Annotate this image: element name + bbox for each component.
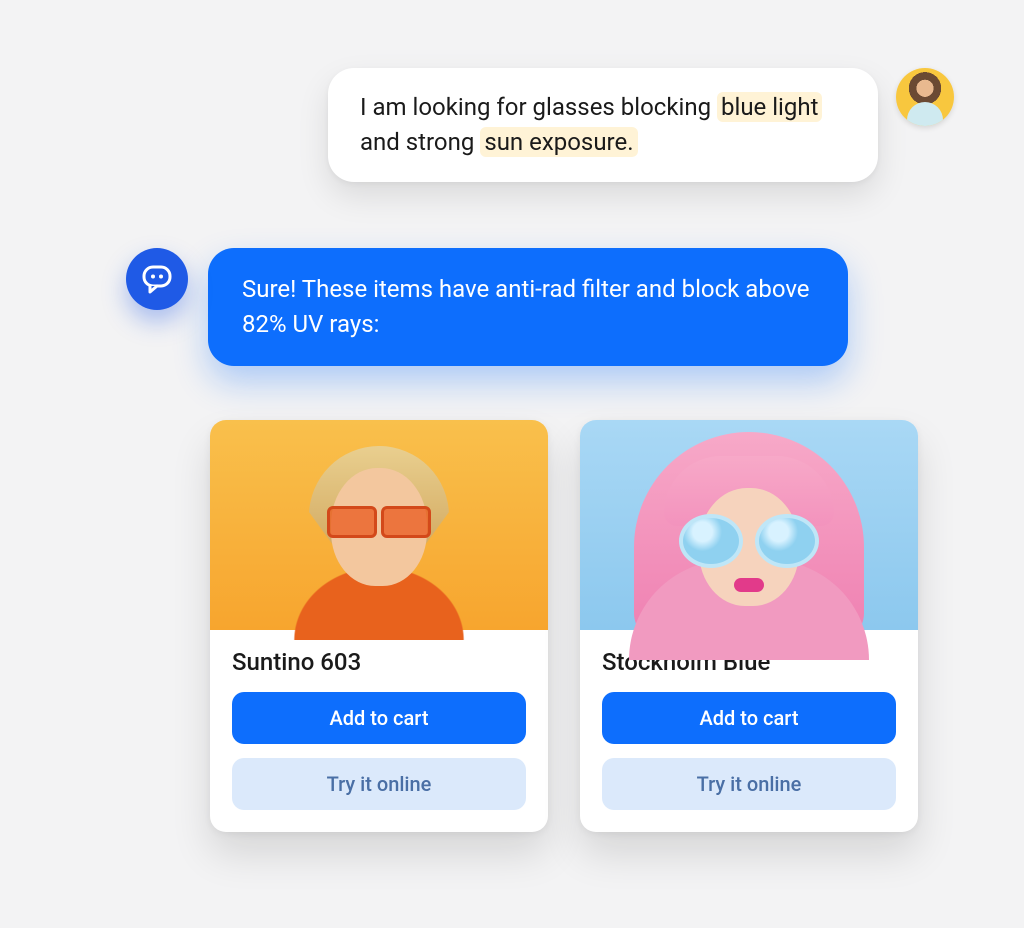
chatbot-icon (126, 248, 188, 310)
add-to-cart-button[interactable]: Add to cart (232, 692, 526, 744)
highlight-blue-light: blue light (717, 92, 822, 122)
highlight-sun-exposure: sun exposure. (480, 127, 637, 157)
product-title: Suntino 603 (232, 648, 526, 676)
add-to-cart-button[interactable]: Add to cart (602, 692, 896, 744)
user-msg-part: and strong (360, 128, 480, 156)
product-body: Stockholm Blue Add to cart Try it online (580, 630, 918, 832)
product-body: Suntino 603 Add to cart Try it online (210, 630, 548, 832)
user-message-bubble: I am looking for glasses blocking blue l… (328, 68, 878, 182)
user-avatar (896, 68, 954, 126)
try-online-button[interactable]: Try it online (232, 758, 526, 810)
user-message-row: I am looking for glasses blocking blue l… (328, 68, 954, 182)
product-image (580, 420, 918, 630)
bot-message-text: Sure! These items have anti-rad filter a… (242, 275, 810, 338)
bot-message-bubble: Sure! These items have anti-rad filter a… (208, 248, 848, 366)
product-card: Stockholm Blue Add to cart Try it online (580, 420, 918, 832)
user-message-text: I am looking for glasses blocking blue l… (360, 92, 822, 157)
bot-message-row: Sure! These items have anti-rad filter a… (126, 248, 848, 366)
product-card: Suntino 603 Add to cart Try it online (210, 420, 548, 832)
try-online-button[interactable]: Try it online (602, 758, 896, 810)
product-image (210, 420, 548, 630)
user-msg-part: I am looking for glasses blocking (360, 93, 711, 121)
product-cards: Suntino 603 Add to cart Try it online St… (210, 420, 918, 832)
